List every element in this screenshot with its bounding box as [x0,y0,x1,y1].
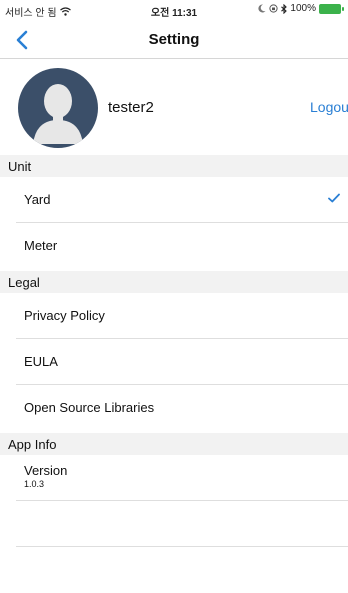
legal-item-open-source-libraries[interactable]: Open Source Libraries [0,385,348,431]
unit-option-label: Meter [24,238,58,253]
battery-percent: 100% [290,3,316,14]
legal-item-label: Open Source Libraries [24,400,155,415]
unit-option-yard[interactable]: Yard [0,177,348,223]
avatar [18,68,98,148]
status-right: 100% [258,3,344,14]
unit-option-label: Yard [24,192,51,207]
unit-option-meter[interactable]: Meter [0,223,348,269]
page-title: Setting [148,31,200,48]
section-header-label: Unit [8,159,32,174]
profile-section: tester2 Logout [0,60,348,150]
orientation-lock-icon [269,4,279,13]
legal-item-label: EULA [24,354,58,369]
empty-row [0,501,348,547]
section-header-label: App Info [8,437,57,452]
user-placeholder-icon [33,84,83,144]
version-label: Version [24,463,68,478]
legal-item-eula[interactable]: EULA [0,339,348,385]
version-row: Version 1.0.3 [0,455,348,501]
logout-button[interactable]: Logout [310,99,348,115]
battery-icon [319,3,344,14]
navigation-bar: Setting [0,20,348,59]
section-header-legal: Legal [0,271,348,293]
version-value: 1.0.3 [24,479,45,489]
section-header-unit: Unit [0,155,348,177]
status-bar: 서비스 안 됨 오전 11:31 100% [0,0,348,20]
section-header-app-info: App Info [0,433,348,455]
legal-item-label: Privacy Policy [24,308,105,323]
checkmark-icon [328,193,340,203]
section-header-label: Legal [8,275,40,290]
bluetooth-icon [281,3,288,14]
username: tester2 [108,99,154,116]
moon-icon [258,4,266,13]
legal-item-privacy-policy[interactable]: Privacy Policy [0,293,348,339]
row-divider [16,546,348,547]
